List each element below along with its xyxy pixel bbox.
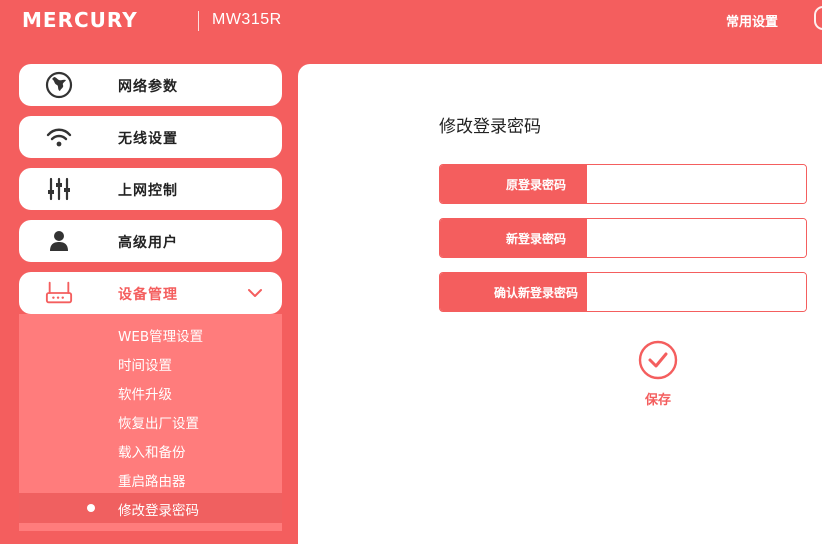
sidebar-item-label: 网络参数 [118, 79, 178, 95]
save-label[interactable]: 保存 [645, 389, 671, 408]
user-icon [45, 227, 73, 255]
common-settings-link[interactable]: 常用设置 [726, 11, 778, 30]
new-password-label: 新登录密码 [440, 219, 587, 257]
save-button[interactable] [638, 340, 678, 380]
sidebar-item-label: 无线设置 [118, 131, 178, 147]
page-title: 修改登录密码 [439, 117, 541, 137]
device-management-submenu: WEB管理设置 时间设置 软件升级 恢复出厂设置 载入和备份 重启路由器 修改登… [19, 314, 282, 531]
checkmark-circle-icon [638, 340, 678, 380]
new-password-input[interactable] [587, 219, 806, 257]
sliders-icon [45, 175, 73, 203]
old-password-label: 原登录密码 [440, 165, 587, 203]
confirm-password-input[interactable] [587, 273, 806, 311]
submenu-item-reboot[interactable]: 重启路由器 [118, 470, 186, 490]
sidebar-item-label: 上网控制 [118, 183, 178, 199]
sidebar-item-label: 高级用户 [118, 235, 178, 251]
sidebar-item-advanced-users[interactable]: 高级用户 [19, 220, 282, 262]
submenu-item-change-password[interactable]: 修改登录密码 [19, 493, 282, 523]
sidebar-item-device-management[interactable]: 设备管理 [19, 272, 282, 314]
sidebar-item-network[interactable]: 网络参数 [19, 64, 282, 106]
header-divider [198, 11, 199, 31]
confirm-password-label: 确认新登录密码 [440, 273, 587, 311]
active-dot-icon [87, 504, 95, 512]
confirm-password-field: 确认新登录密码 [439, 272, 807, 312]
advanced-toggle-icon[interactable] [814, 6, 822, 30]
old-password-field: 原登录密码 [439, 164, 807, 204]
router-icon [45, 279, 73, 307]
brand-logo: MERCURY [22, 8, 138, 32]
globe-icon [45, 71, 73, 99]
chevron-down-icon [247, 285, 263, 301]
model-name: MW315R [212, 11, 282, 28]
sidebar-item-internet-control[interactable]: 上网控制 [19, 168, 282, 210]
submenu-item-web-management[interactable]: WEB管理设置 [118, 325, 203, 345]
submenu-item-backup-restore[interactable]: 载入和备份 [118, 441, 186, 461]
sidebar-item-wireless[interactable]: 无线设置 [19, 116, 282, 158]
submenu-item-time-settings[interactable]: 时间设置 [118, 354, 172, 374]
submenu-item-label: 修改登录密码 [118, 503, 199, 519]
submenu-item-firmware-upgrade[interactable]: 软件升级 [118, 383, 172, 403]
submenu-item-factory-reset[interactable]: 恢复出厂设置 [118, 412, 199, 432]
old-password-input[interactable] [587, 165, 806, 203]
wifi-icon [45, 123, 73, 151]
new-password-field: 新登录密码 [439, 218, 807, 258]
sidebar-item-label: 设备管理 [118, 287, 178, 303]
